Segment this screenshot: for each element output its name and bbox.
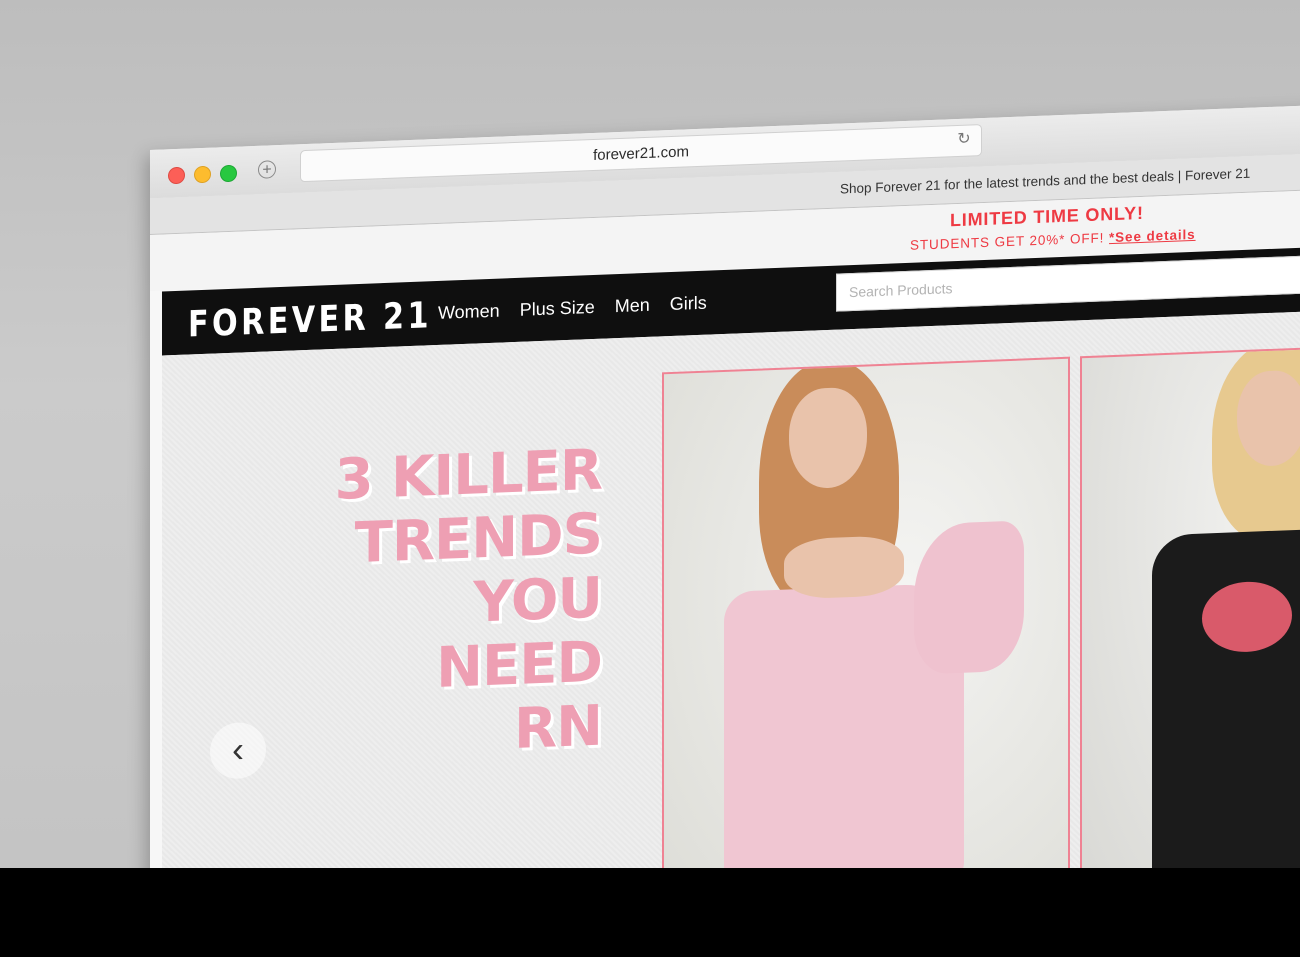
- promo-subtext: STUDENTS GET 20%* OFF!: [910, 230, 1105, 253]
- sheer-black-top: [1152, 526, 1300, 896]
- hero-model-photo-pink-top[interactable]: [662, 356, 1070, 933]
- forever21-logo[interactable]: FOREVER 21: [188, 295, 432, 345]
- search-input[interactable]: Search Products: [836, 253, 1300, 312]
- tab-page-title[interactable]: Shop Forever 21 for the latest trends an…: [840, 166, 1250, 197]
- nav-item-plus-size[interactable]: Plus Size: [520, 297, 595, 321]
- hero-model-photo-sheer-top[interactable]: [1080, 343, 1300, 917]
- nav-item-women[interactable]: Women: [438, 301, 500, 324]
- promo-headline: LIMITED TIME ONLY!: [950, 202, 1144, 231]
- new-tab-plus-icon[interactable]: +: [258, 160, 276, 179]
- model-shoulders: [784, 535, 904, 600]
- pink-sleeve: [914, 520, 1024, 675]
- see-details-link[interactable]: *See details: [1109, 227, 1196, 245]
- minimize-window-icon[interactable]: [194, 165, 211, 184]
- browser-window: + forever21.com ↻ Shop Forever 21 for th…: [150, 101, 1300, 933]
- image-footer-band: [0, 868, 1300, 957]
- hero-headline: 3 KILLER TRENDS YOU NEED RN: [222, 438, 602, 774]
- model-face: [1237, 369, 1300, 468]
- close-window-icon[interactable]: [168, 166, 185, 185]
- hero-carousel: 3 KILLER TRENDS YOU NEED RN ‹: [162, 307, 1300, 933]
- nav-item-girls[interactable]: Girls: [670, 293, 707, 315]
- zoom-window-icon[interactable]: [220, 164, 237, 183]
- reload-icon[interactable]: ↻: [955, 130, 973, 149]
- nav-item-men[interactable]: Men: [615, 295, 650, 317]
- main-nav: Women Plus Size Men Girls: [438, 293, 707, 324]
- hero-headline-line: RN: [514, 693, 602, 763]
